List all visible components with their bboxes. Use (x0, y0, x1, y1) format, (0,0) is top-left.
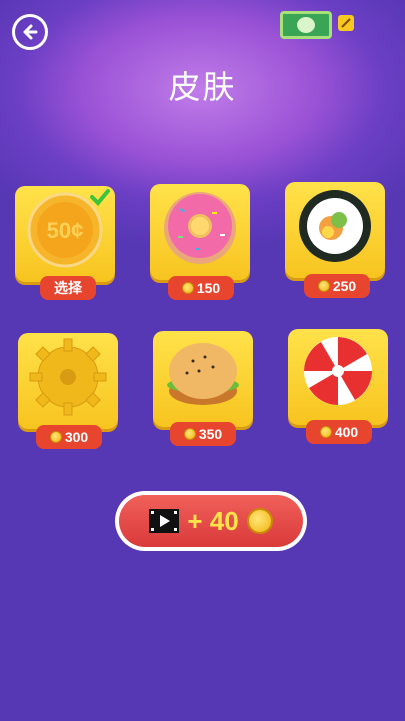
cash-icon[interactable] (280, 11, 332, 39)
checkmark-icon (90, 189, 110, 206)
video-play-icon (149, 509, 180, 533)
page-title: 皮肤 (168, 68, 237, 106)
price-badge[interactable]: 150 (168, 276, 234, 300)
price-badge[interactable]: 250 (304, 274, 370, 298)
skin-card-sushi[interactable] (285, 182, 385, 278)
sushi-skin-art (299, 190, 371, 262)
price-value: 150 (196, 280, 221, 296)
burger-skin-art (167, 343, 239, 405)
coin-icon (246, 508, 273, 534)
coin-icon (183, 428, 196, 440)
select-label: 选择 (54, 280, 82, 296)
coin-icon (181, 282, 194, 294)
reward-amount: + 40 (187, 505, 239, 536)
price-badge[interactable]: 400 (306, 420, 372, 444)
price-value: 300 (64, 429, 89, 445)
coin-icon (319, 426, 332, 438)
edit-icon[interactable] (338, 15, 354, 31)
price-value: 350 (198, 426, 223, 442)
watch-video-reward-button[interactable]: + 40 (115, 491, 307, 551)
skin-card-gear[interactable] (18, 333, 118, 429)
skin-card-burger[interactable] (153, 331, 253, 427)
price-value: 250 (332, 278, 357, 294)
price-badge[interactable]: 350 (170, 422, 236, 446)
donut-skin-art (164, 192, 236, 264)
back-button[interactable] (12, 14, 48, 50)
price-value: 400 (334, 424, 359, 440)
arrow-left-icon (23, 24, 38, 40)
skin-card-donut[interactable] (150, 184, 250, 280)
svg-text:50¢: 50¢ (47, 218, 84, 243)
select-badge[interactable]: 选择 (40, 276, 96, 300)
candy-skin-art (304, 337, 372, 405)
coin-icon (49, 431, 62, 443)
price-badge[interactable]: 300 (36, 425, 102, 449)
coin-icon (317, 280, 330, 292)
gear-skin-art (29, 338, 107, 416)
skin-card-candy[interactable] (288, 329, 388, 425)
